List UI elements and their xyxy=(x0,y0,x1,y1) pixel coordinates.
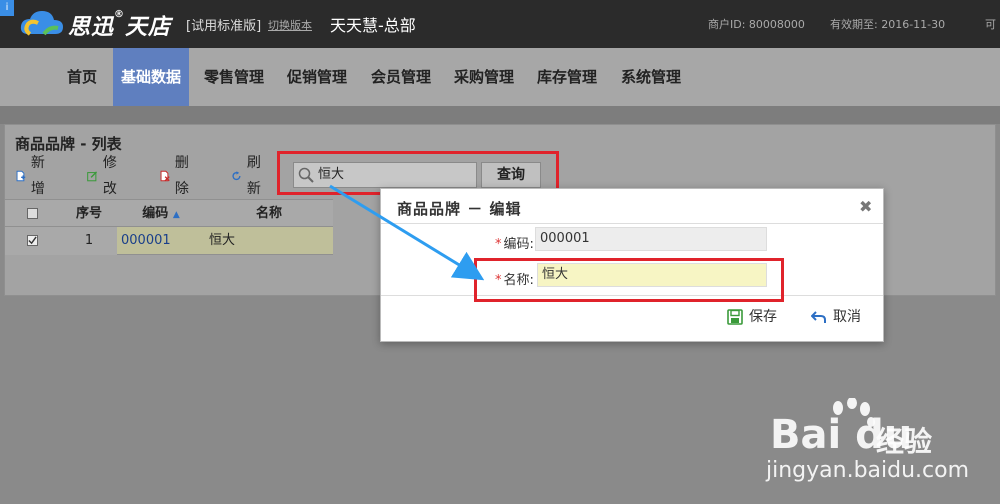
content-gap xyxy=(0,106,1000,124)
edit-label: 修改 xyxy=(102,155,117,197)
code-label-text: 编码: xyxy=(503,237,534,252)
row-name: 恒大 xyxy=(209,233,236,248)
refresh-icon xyxy=(232,171,241,181)
code-field: 000001 xyxy=(535,227,767,251)
row-checkbox[interactable] xyxy=(27,235,38,246)
store-name: 天天慧-总部 xyxy=(330,16,416,35)
nav-member[interactable]: 会员管理 xyxy=(364,48,438,106)
required-star-icon: * xyxy=(495,237,502,252)
nav-retail[interactable]: 零售管理 xyxy=(197,48,271,106)
column-header-code-label: 编码 xyxy=(142,206,169,221)
delete-file-icon xyxy=(160,170,170,182)
watermark-url: jingyan.baidu.com xyxy=(766,458,970,483)
add-label: 新增 xyxy=(30,155,45,197)
refresh-label: 刷新 xyxy=(246,155,261,197)
expiry-date: 有效期至: 2016-11-30 xyxy=(830,18,946,31)
row-index: 1 xyxy=(61,227,117,255)
brand-suffix: 天店 xyxy=(125,15,172,40)
cancel-label: 取消 xyxy=(833,309,861,325)
top-header: i 思迅®天店 [试用标准版] 切换版本 天天慧-总部 商户ID: 800080… xyxy=(0,0,1000,48)
check-icon xyxy=(28,236,37,245)
main-nav: 首页 基础数据 零售管理 促销管理 会员管理 采购管理 库存管理 系统管理 xyxy=(0,48,1000,106)
edit-button[interactable]: 修改 xyxy=(87,155,122,197)
delete-button[interactable]: 删除 xyxy=(159,155,194,197)
dialog-divider xyxy=(381,223,883,224)
merchant-id: 商户ID: 80008000 xyxy=(708,18,805,31)
delete-label: 删除 xyxy=(174,155,189,197)
add-file-icon xyxy=(16,170,26,182)
undo-icon xyxy=(811,311,826,323)
nav-basic-data[interactable]: 基础数据 xyxy=(113,48,189,106)
brand-name: 思迅®天店 xyxy=(68,9,172,40)
row-checkbox-cell xyxy=(5,227,61,255)
code-field-label: * 编码: xyxy=(495,233,534,252)
save-button[interactable]: 保存 xyxy=(727,307,777,327)
cloud-logo-icon xyxy=(20,11,63,36)
nav-system[interactable]: 系统管理 xyxy=(614,48,688,106)
refresh-button[interactable]: 刷新 xyxy=(231,155,266,197)
dialog-title: 商品品牌 － 编辑 xyxy=(397,200,522,218)
nav-home[interactable]: 首页 xyxy=(60,48,104,106)
column-header-code[interactable]: 编码 ▲ xyxy=(117,200,205,228)
brand-main: 思迅 xyxy=(68,15,115,40)
switch-version-link[interactable]: 切换版本 xyxy=(268,17,312,33)
corner-tab[interactable]: i xyxy=(0,0,14,16)
edition-label: [试用标准版] xyxy=(186,19,262,34)
watermark-sub: 经验 xyxy=(876,425,933,458)
name-highlight-box xyxy=(474,258,784,302)
add-button[interactable]: 新增 xyxy=(15,155,50,197)
header-checkbox-cell xyxy=(5,200,61,228)
header-cut-text: 可 xyxy=(985,18,996,31)
nav-inventory[interactable]: 库存管理 xyxy=(530,48,604,106)
nav-promotion[interactable]: 促销管理 xyxy=(280,48,354,106)
close-icon[interactable]: ✖ xyxy=(859,197,872,216)
cancel-button[interactable]: 取消 xyxy=(811,307,861,327)
save-label: 保存 xyxy=(749,309,777,325)
edit-icon xyxy=(87,171,98,182)
select-all-checkbox[interactable] xyxy=(27,208,38,219)
column-header-name: 名称 xyxy=(255,206,282,221)
table-header: 序号 编码 ▲ 名称 xyxy=(5,199,333,227)
table-row[interactable]: 1 000001 恒大 xyxy=(5,227,333,255)
row-code: 000001 xyxy=(121,233,171,248)
sort-asc-icon: ▲ xyxy=(172,210,180,220)
save-icon xyxy=(727,309,743,325)
column-header-index: 序号 xyxy=(75,206,102,221)
nav-purchase[interactable]: 采购管理 xyxy=(447,48,521,106)
